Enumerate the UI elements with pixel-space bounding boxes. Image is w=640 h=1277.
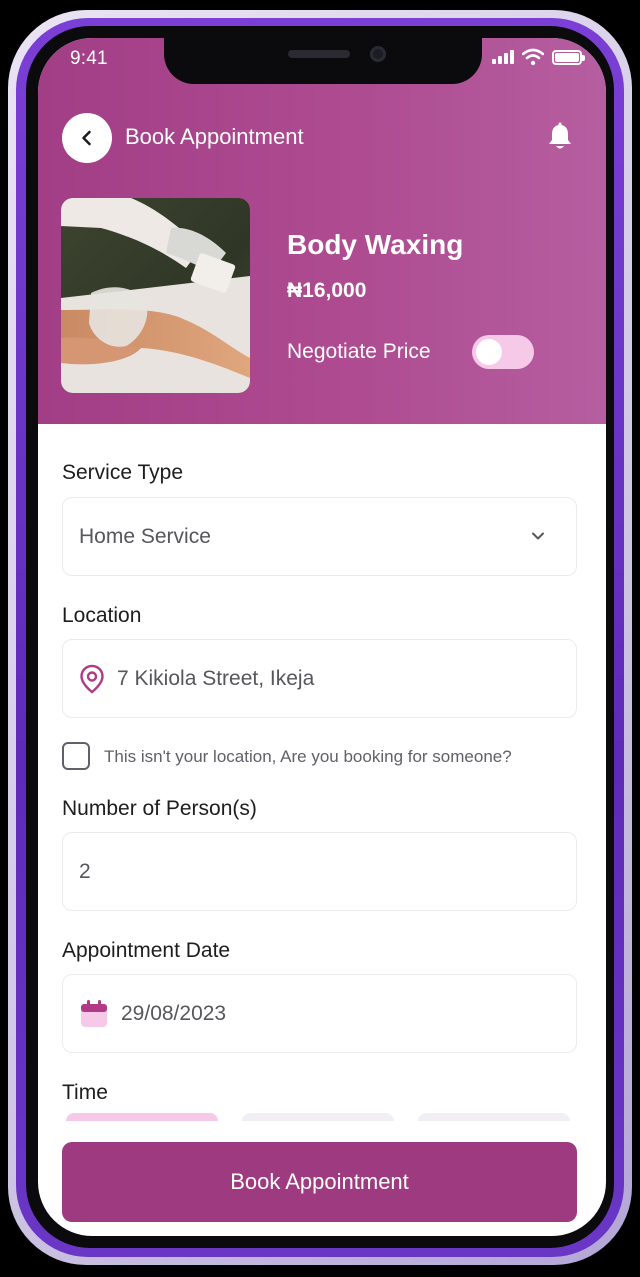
negotiate-price-toggle[interactable] (472, 335, 534, 369)
time-label: Time (62, 1081, 108, 1104)
back-button[interactable] (62, 113, 112, 163)
location-label: Location (62, 604, 142, 627)
negotiate-price-label: Negotiate Price (287, 340, 431, 363)
location-value: 7 Kikiola Street, Ikeja (117, 666, 315, 690)
chevron-left-icon (82, 130, 91, 146)
calendar-icon (81, 999, 107, 1027)
time-slot[interactable] (66, 1113, 218, 1121)
persons-value: 2 (79, 859, 91, 883)
wifi-icon (522, 48, 544, 66)
phone-screen: 9:41 Book Appointment Body Waxing ₦16,00… (38, 38, 606, 1236)
book-appointment-button[interactable]: Book Appointment (62, 1142, 577, 1222)
status-time: 9:41 (70, 48, 108, 69)
persons-input[interactable]: 2 (62, 832, 577, 911)
toggle-knob (476, 339, 502, 365)
notch (164, 38, 482, 84)
service-image (61, 198, 250, 393)
page-title: Book Appointment (125, 124, 304, 149)
bell-icon[interactable] (546, 122, 574, 152)
service-type-label: Service Type (62, 461, 184, 484)
booking-for-someone-checkbox[interactable] (62, 742, 90, 770)
service-type-select[interactable]: Home Service (62, 497, 577, 576)
service-type-value: Home Service (79, 524, 211, 548)
time-slot[interactable] (418, 1113, 570, 1121)
location-field[interactable]: 7 Kikiola Street, Ikeja (62, 639, 577, 718)
service-price: ₦16,000 (287, 279, 367, 302)
battery-icon (552, 49, 585, 65)
date-label: Appointment Date (62, 939, 231, 962)
status-icons (492, 47, 585, 67)
map-pin-icon (80, 664, 104, 694)
date-field[interactable]: 29/08/2023 (62, 974, 577, 1053)
time-slot[interactable] (242, 1113, 394, 1121)
booking-for-someone-label: This isn't your location, Are you bookin… (104, 747, 512, 766)
date-value: 29/08/2023 (121, 1001, 227, 1025)
time-slots (66, 1113, 570, 1121)
signal-icon (492, 50, 514, 64)
persons-label: Number of Person(s) (62, 797, 257, 820)
waxing-photo (61, 198, 250, 393)
service-name: Body Waxing (287, 229, 464, 260)
chevron-down-icon (532, 532, 544, 540)
speaker (288, 50, 350, 58)
front-camera (370, 46, 386, 62)
